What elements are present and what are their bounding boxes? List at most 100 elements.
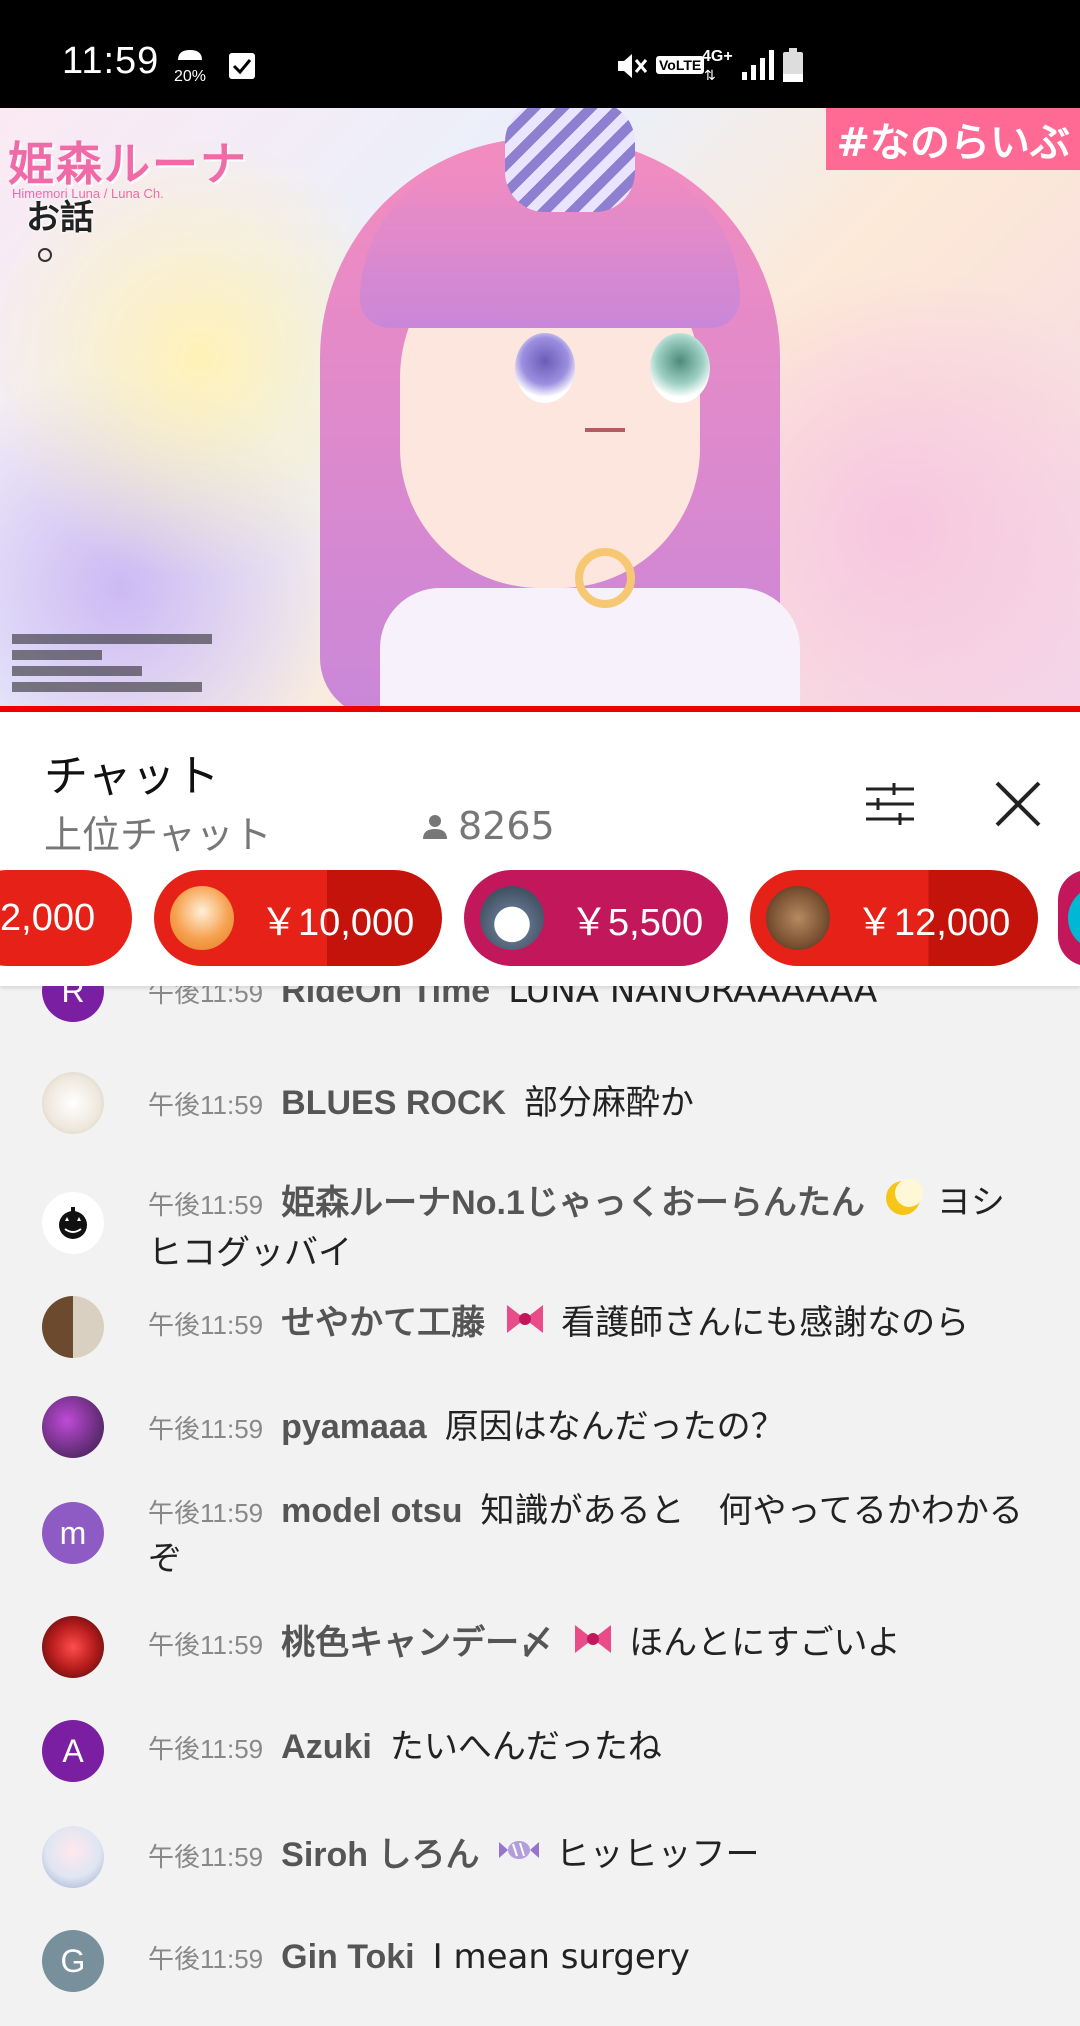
message-author[interactable]: RideOn Time	[281, 986, 490, 1010]
ticker-avatar	[1068, 886, 1080, 950]
mute-icon	[614, 50, 648, 86]
signal-icon	[742, 50, 774, 84]
message-author[interactable]: pyamaaa	[281, 1408, 427, 1446]
overlay-topic-text: お話	[26, 198, 94, 238]
channel-logo: 姫森ルーナ	[8, 137, 248, 191]
message-author[interactable]: Siroh しろん	[281, 1836, 479, 1874]
chat-message-list[interactable]: R 午後11:59 RideOn Time LUNA NANORAAAAAA 午後1…	[0, 986, 1080, 2026]
message-body: 午後11:59 Gin Toki I mean surgery	[148, 1934, 1036, 1982]
avatar-letter: R	[61, 986, 85, 1009]
chat-message[interactable]: 午後11:59 BLUES ROCK 部分麻酔か	[0, 1072, 1080, 1152]
chat-message[interactable]: 午後11:59 桃色キャンデー〆 ほんとにすごいよ	[0, 1612, 1080, 1692]
message-body: 午後11:59 model otsu 知識があると 何やってるかわかるぞ	[148, 1488, 1036, 1582]
message-timestamp: 午後11:59	[148, 1310, 264, 1340]
message-body: 午後11:59 pyamaaa 原因はなんだったの？	[148, 1404, 1036, 1452]
message-text: ヒッヒッフー	[555, 1834, 760, 1875]
super-chat-ticker-bar: 2,000 ￥10,000 ￥5,500 ￥12,000	[0, 870, 1080, 970]
author-avatar[interactable]	[42, 1826, 104, 1888]
volte-icon: VoLTE	[656, 56, 705, 74]
close-chat-button[interactable]	[986, 772, 1050, 836]
sliders-icon	[866, 783, 914, 825]
avatar-letter: G	[60, 1942, 86, 1979]
ticker-item[interactable]: ￥12,000	[750, 870, 1038, 966]
author-avatar[interactable]	[42, 1192, 104, 1254]
message-body: 午後11:59 姫森ルーナNo.1じゃっくおーらんたん ヨシヒコグッバイ	[148, 1178, 1036, 1276]
chat-message[interactable]: A 午後11:59 Azuki たいへんだったね	[0, 1716, 1080, 1796]
message-author[interactable]: Gin Toki	[281, 1938, 414, 1976]
author-avatar[interactable]: A	[42, 1720, 104, 1782]
message-author[interactable]: 姫森ルーナNo.1じゃっくおーらんたん	[281, 1184, 865, 1222]
author-avatar[interactable]	[42, 1296, 104, 1358]
message-timestamp: 午後11:59	[148, 1734, 264, 1764]
ticker-item[interactable]: ￥10,000	[154, 870, 442, 966]
chat-filter-button[interactable]	[858, 772, 922, 836]
overlay-dot	[38, 248, 52, 262]
message-author[interactable]: 桃色キャンデー〆	[281, 1624, 553, 1662]
author-avatar[interactable]	[42, 1072, 104, 1134]
message-author[interactable]: BLUES ROCK	[281, 1084, 506, 1122]
ticker-amount: ￥12,000	[856, 901, 1011, 944]
message-text: 看護師さんにも感謝なのら	[561, 1303, 970, 1343]
message-body: 午後11:59 Siroh しろん ヒッヒッフー	[148, 1830, 1036, 1882]
ribbon-emoji-icon	[503, 1301, 547, 1349]
data-arrows-icon: ⇅	[704, 68, 716, 84]
message-text: 知識があると 何やってるかわかるぞ	[148, 1491, 1023, 1579]
author-avatar[interactable]: m	[42, 1502, 104, 1564]
chat-message[interactable]: 午後11:59 せやかて工藤 看護師さんにも感謝なのら	[0, 1292, 1080, 1372]
moon-emoji-icon	[883, 1178, 923, 1230]
author-avatar[interactable]: G	[42, 1930, 104, 1992]
chat-message[interactable]: R 午後11:59 RideOn Time LUNA NANORAAAAAA	[0, 986, 1080, 1026]
network-type: 4G+	[702, 48, 733, 65]
message-timestamp: 午後11:59	[148, 1630, 264, 1660]
message-text: たいへんだったね	[389, 1727, 662, 1767]
person-icon	[423, 815, 447, 839]
ticker-item[interactable]: ￥5,500	[464, 870, 728, 966]
status-bar: 11:59 20% VoLTE 4G+ ⇅	[0, 0, 1080, 108]
close-icon	[995, 781, 1041, 827]
stream-hashtag: #なのらいぶ	[826, 108, 1080, 170]
ticker-avatar	[766, 886, 830, 950]
message-body: 午後11:59 BLUES ROCK 部分麻酔か	[148, 1080, 1036, 1128]
message-text: LUNA NANORAAAAAA	[508, 986, 878, 1011]
message-timestamp: 午後11:59	[148, 1841, 264, 1872]
ticker-item[interactable]: 2,000	[0, 870, 132, 966]
candy-emoji-icon	[497, 1830, 541, 1882]
character-mouth	[585, 428, 625, 432]
avatar-letter: A	[62, 1732, 84, 1769]
status-time: 11:59	[62, 40, 160, 82]
message-body: 午後11:59 せやかて工藤 看護師さんにも感謝なのら	[148, 1300, 1036, 1349]
chat-message[interactable]: 午後11:59 pyamaaa 原因はなんだったの？	[0, 1396, 1080, 1476]
message-text: 部分麻酔か	[523, 1083, 694, 1123]
ribbon-emoji-icon	[571, 1621, 615, 1669]
chat-message[interactable]: 午後11:59 姫森ルーナNo.1じゃっくおーらんたん ヨシヒコグッバイ	[0, 1170, 1080, 1280]
message-text: 原因はなんだったの？	[444, 1407, 785, 1447]
ticker-item[interactable]	[1058, 870, 1080, 966]
ticker-amount: ￥5,500	[570, 901, 704, 944]
author-avatar[interactable]	[42, 1616, 104, 1678]
embedded-chat-overlay	[12, 628, 242, 708]
task-check-icon	[228, 52, 256, 84]
message-author[interactable]: Azuki	[281, 1728, 372, 1766]
character-ribbon	[505, 108, 635, 212]
avatar-letter: m	[59, 1514, 87, 1551]
battery-saver-percent: 20%	[174, 68, 207, 85]
ticker-amount: 2,000	[0, 896, 96, 939]
message-timestamp: 午後11:59	[148, 986, 264, 1008]
message-author[interactable]: せやかて工藤	[281, 1304, 485, 1342]
author-avatar[interactable]	[42, 1396, 104, 1458]
video-player[interactable]: 姫森ルーナ Himemori Luna / Luna Ch. お話 #なのらいぶ	[0, 108, 1080, 712]
chat-mode-selector[interactable]: 上位チャット	[44, 804, 272, 859]
character-right-eye	[650, 333, 710, 403]
pumpkin-icon	[59, 1207, 87, 1239]
chat-message[interactable]: G 午後11:59 Gin Toki I mean surgery	[0, 1926, 1080, 2006]
battery-icon	[782, 48, 804, 86]
message-text: I mean surgery	[432, 1937, 690, 1977]
ticker-avatar	[170, 886, 234, 950]
character-moon-pendant	[575, 548, 635, 608]
ticker-avatar	[480, 886, 544, 950]
message-timestamp: 午後11:59	[148, 1090, 264, 1120]
author-avatar[interactable]: R	[42, 986, 104, 1022]
message-author[interactable]: model otsu	[281, 1492, 462, 1530]
chat-message[interactable]: m 午後11:59 model otsu 知識があると 何やってるかわかるぞ	[0, 1480, 1080, 1590]
chat-message[interactable]: 午後11:59 Siroh しろん ヒッヒッフー	[0, 1822, 1080, 1902]
